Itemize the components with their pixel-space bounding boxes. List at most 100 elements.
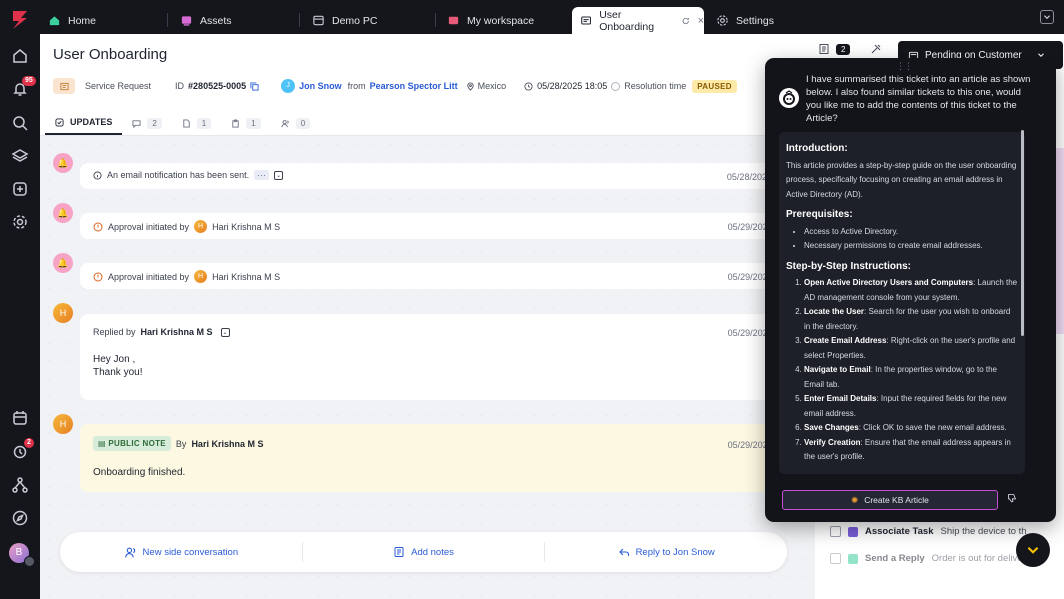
document-icon[interactable] [818,43,830,55]
feed-user: Hari Krishna M S [140,327,213,337]
info-icon [93,170,102,180]
close-icon[interactable]: × [698,15,704,27]
scrollbar[interactable] [1021,130,1024,336]
reply-body-line: Hey Jon , [93,354,136,365]
ai-message: I have summarised this ticket into an ar… [806,74,1031,124]
tab-label: UPDATES [70,117,113,127]
reply-button[interactable]: Reply to Jon Snow [545,542,787,562]
create-kb-article-button[interactable]: ✺ Create KB Article [782,490,998,510]
public-note-badge: ▤ PUBLIC NOTE [93,436,171,451]
tab-home[interactable]: Home [40,7,168,34]
feed-item: Approval initiated by H Hari Krishna M S… [80,263,815,289]
network-icon[interactable] [11,476,29,494]
app-logo-icon[interactable] [9,9,31,31]
timer-badge: 2 [24,438,34,448]
user-avatar: H [194,220,208,233]
compass-icon[interactable] [11,509,29,527]
copy-icon[interactable] [250,81,259,91]
id-label: ID [175,81,185,91]
tab-count: 2 [147,117,162,129]
feed-text: Replied by [93,327,136,337]
clock-icon [524,81,533,91]
page-title: User Onboarding [53,46,168,63]
new-side-conversation-button[interactable]: New side conversation [60,542,303,562]
requester-link[interactable]: Jon Snow [299,81,342,91]
status-badge: PAUSED [692,79,737,93]
ticket-id: #280525-0005 [188,81,247,91]
assets-icon [181,16,192,26]
tab-count: 0 [295,117,311,129]
tab-user-onboarding[interactable]: User Onboarding × [572,7,704,34]
tab-updates[interactable]: UPDATES [45,111,123,135]
tab-assets[interactable]: Assets [172,7,300,34]
users-icon [281,119,289,127]
from-label: from [347,81,366,91]
note-icon [183,118,190,128]
bell-avatar-icon: 🔔 [53,153,73,173]
button-label: Add notes [411,546,454,558]
thumbs-down-icon[interactable] [1006,492,1020,506]
calendar-icon[interactable] [11,409,29,427]
expand-icon[interactable]: ⌄ [220,327,230,337]
tab-conversations[interactable]: 2 [122,111,171,135]
action-bar: New side conversation Add notes Reply to… [60,532,787,572]
tab-tasks[interactable]: 1 [221,111,270,135]
task-checkbox[interactable] [830,553,841,564]
step-item: Enter Email Details: Input the required … [804,392,1018,421]
tools-icon[interactable] [870,43,882,55]
tab-label: My workspace [467,14,535,27]
requester-avatar: J [281,79,296,93]
users-icon [124,547,135,557]
computer-icon [313,15,324,26]
alert-icon [93,222,103,231]
header-controls: 2 [818,43,882,55]
tab-bar: Home Assets Demo PC My workspace User On… [40,0,1064,34]
tab-count: 1 [196,117,212,129]
user-avatar: H [53,414,73,434]
task-desc: Ship the device to th [940,526,1027,537]
badge-label: PUBLIC NOTE [108,439,166,448]
gear-icon[interactable] [11,213,29,231]
refresh-icon[interactable] [681,16,690,26]
ticket-icon [581,16,591,25]
add-icon[interactable] [11,180,29,198]
location-pin-icon [466,82,474,91]
tab-watchers[interactable]: 0 [271,111,320,135]
layers-icon[interactable] [11,147,29,165]
task-checkbox[interactable] [830,526,841,537]
scroll-down-button[interactable] [1016,533,1050,567]
tab-settings[interactable]: Settings [708,7,828,34]
bot-avatar-icon [779,88,799,108]
chevron-down-icon[interactable] [1040,10,1054,24]
chat-icon [132,119,141,128]
updates-icon [55,117,64,127]
home-icon [49,16,60,26]
task-title: Send a Reply [865,553,925,564]
more-icon[interactable]: ··· [254,170,270,180]
ticket-meta: Service Request ID #280525-0005 J Jon Sn… [53,77,737,95]
company-link[interactable]: Pearson Spector Litt [370,81,458,91]
add-notes-button[interactable]: Add notes [303,542,546,562]
tab-label: Assets [200,14,232,27]
tab-demo-pc[interactable]: Demo PC [304,7,436,34]
search-icon[interactable] [11,114,29,132]
tab-notes[interactable]: 1 [172,111,221,135]
feed-text: Approval initiated by [108,221,190,232]
tab-count: 1 [246,117,261,129]
home-icon[interactable] [11,47,29,65]
tab-label: Demo PC [332,14,378,27]
expand-icon[interactable]: ⌄ [274,170,284,180]
chevron-down-icon [1027,546,1039,554]
task-item[interactable]: Associate Task Ship the device to th [830,526,1027,537]
tab-my-workspace[interactable]: My workspace [439,7,569,34]
sub-tabs: UPDATES 2 1 1 0 [45,111,320,135]
button-label: Create KB Article [864,495,929,505]
tab-label: Settings [736,14,774,27]
task-item[interactable]: Send a Reply Order is out for delive [830,553,1023,564]
drag-handle-icon[interactable]: ⋮⋮ [896,61,913,72]
feed-user: Hari Krishna M S [212,221,281,232]
resolution-icon [611,81,621,91]
feed-item: An email notification has been sent. ···… [80,163,815,189]
step-item: Save Changes: Click OK to save the new e… [804,421,1018,436]
feed-user: Hari Krishna M S [212,271,281,282]
